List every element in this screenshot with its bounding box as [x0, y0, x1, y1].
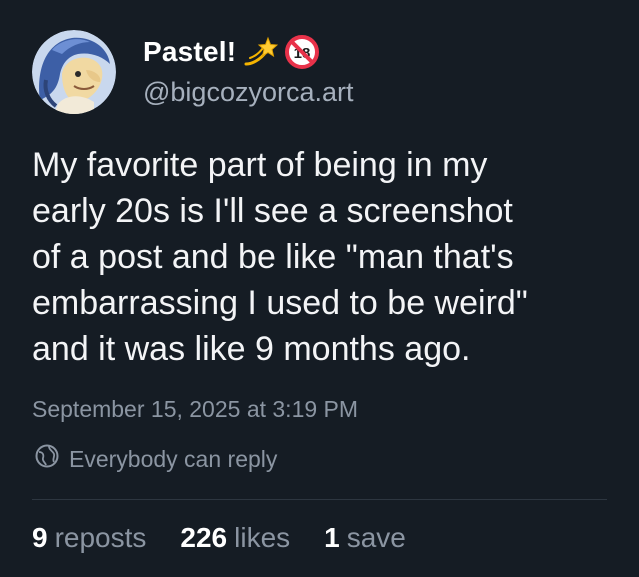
divider [32, 499, 607, 500]
post-stats: 9 reposts 226 likes 1 save [32, 522, 406, 554]
post-timestamp[interactable]: September 15, 2025 at 3:19 PM [32, 396, 358, 423]
dizzy-star-icon [242, 34, 279, 70]
reply-setting[interactable]: Everybody can reply [34, 443, 277, 475]
saves-label: save [346, 522, 406, 553]
reply-setting-label: Everybody can reply [69, 445, 278, 472]
display-name[interactable]: Pastel! [143, 36, 236, 68]
globe-icon [34, 443, 60, 475]
author-name-row: Pastel! 18 [143, 34, 320, 70]
reposts-count: 9 [32, 522, 48, 553]
reposts-stat[interactable]: 9 reposts [32, 522, 146, 554]
no-under-18-icon: 18 [284, 34, 320, 70]
likes-stat[interactable]: 226 likes [180, 522, 290, 554]
avatar-image [32, 30, 116, 114]
likes-label: likes [234, 522, 291, 553]
saves-stat[interactable]: 1 save [324, 522, 406, 554]
saves-count: 1 [324, 522, 340, 553]
avatar[interactable] [32, 30, 116, 114]
post-text: My favorite part of being in my early 20… [32, 146, 528, 368]
post-card: Pastel! 18 @bigcozyorca.art My favorite … [0, 0, 639, 577]
likes-count: 226 [180, 522, 228, 553]
author-handle[interactable]: @bigcozyorca.art [143, 77, 354, 108]
reposts-label: reposts [54, 522, 147, 553]
